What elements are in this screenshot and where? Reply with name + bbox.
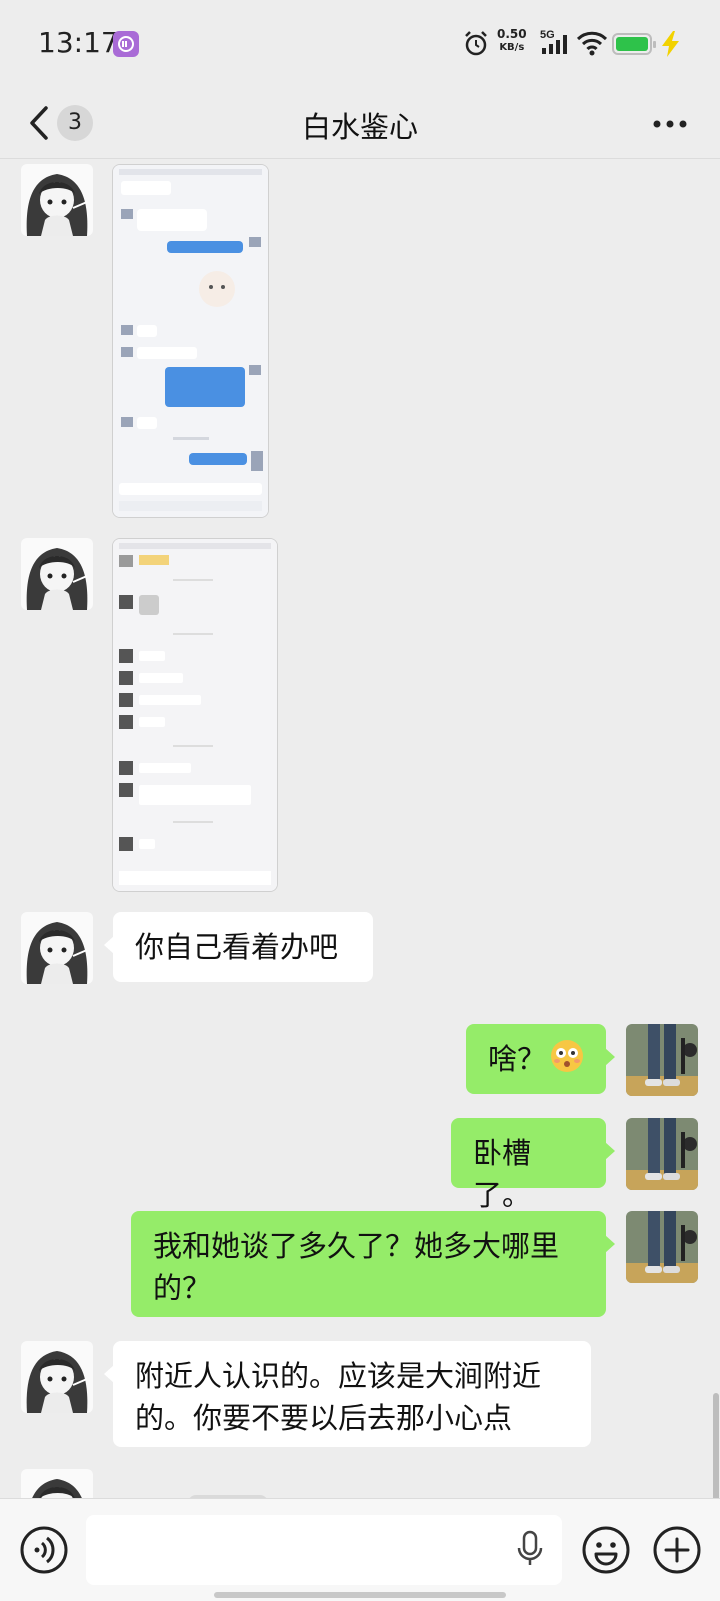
voice-mode-button[interactable] — [19, 1525, 69, 1575]
app-notification-icon — [113, 31, 139, 57]
cellular-signal-icon: 5G — [540, 26, 570, 60]
charging-icon — [660, 30, 682, 62]
chat-screenshot-thumbnail — [113, 165, 268, 517]
alarm-icon — [463, 30, 489, 62]
wifi-icon — [576, 30, 608, 60]
outgoing-message[interactable]: 卧槽了。 — [451, 1118, 615, 1212]
input-bar — [0, 1498, 720, 1601]
more-options-button[interactable] — [652, 114, 688, 134]
contact-avatar[interactable] — [21, 538, 93, 610]
contact-avatar[interactable] — [21, 912, 93, 984]
chat-screenshot-thumbnail — [113, 539, 277, 891]
my-avatar[interactable] — [626, 1024, 698, 1096]
chat-title: 白水鉴心 — [301, 110, 418, 144]
outgoing-message[interactable]: 啥？ — [466, 1024, 615, 1094]
battery-icon — [612, 33, 656, 55]
network-type-label: 5G — [540, 29, 555, 41]
plus-icon — [653, 1526, 701, 1574]
message-input[interactable] — [86, 1515, 562, 1585]
chat-header: 3 白水鉴心 — [0, 88, 720, 159]
net-speed-value: 0.50 — [497, 27, 527, 41]
net-speed-unit: KB/s — [499, 42, 525, 53]
status-bar: 13:17 0.50 KB/s 5G — [0, 0, 720, 88]
incoming-message[interactable]: 你自己看着办吧 — [104, 912, 373, 982]
home-indicator[interactable] — [214, 1592, 506, 1598]
outgoing-message[interactable]: 我和她谈了多久了？她多大哪里的？ — [131, 1211, 615, 1317]
message-list[interactable]: 你自己看着办吧 啥？ 卧槽了。 我和她谈了多久了？她多大哪里的？ 附近人认识的。… — [0, 159, 720, 1498]
contact-avatar[interactable] — [21, 1341, 93, 1413]
emoji-button[interactable] — [581, 1525, 631, 1575]
my-avatar[interactable] — [626, 1118, 698, 1190]
status-time: 13:17 — [38, 26, 119, 59]
incoming-message[interactable]: 附近人认识的。应该是大涧附近的。你要不要以后去那小心点 — [104, 1341, 591, 1447]
more-functions-button[interactable] — [652, 1525, 702, 1575]
message-text: 啥？ — [488, 1042, 547, 1076]
scrollbar[interactable] — [713, 1393, 719, 1498]
microphone-button[interactable] — [515, 1529, 545, 1573]
net-speed: 0.50 KB/s — [497, 28, 527, 54]
emoji-icon — [582, 1526, 630, 1574]
microphone-icon — [517, 1530, 543, 1565]
voice-mode-icon — [20, 1526, 68, 1574]
image-message[interactable] — [112, 164, 269, 518]
my-avatar[interactable] — [626, 1211, 698, 1283]
contact-avatar[interactable] — [21, 1469, 93, 1498]
image-message[interactable] — [112, 538, 278, 892]
flushed-face-icon — [550, 1039, 584, 1084]
contact-avatar[interactable] — [21, 164, 93, 236]
more-dots-icon — [653, 120, 687, 128]
